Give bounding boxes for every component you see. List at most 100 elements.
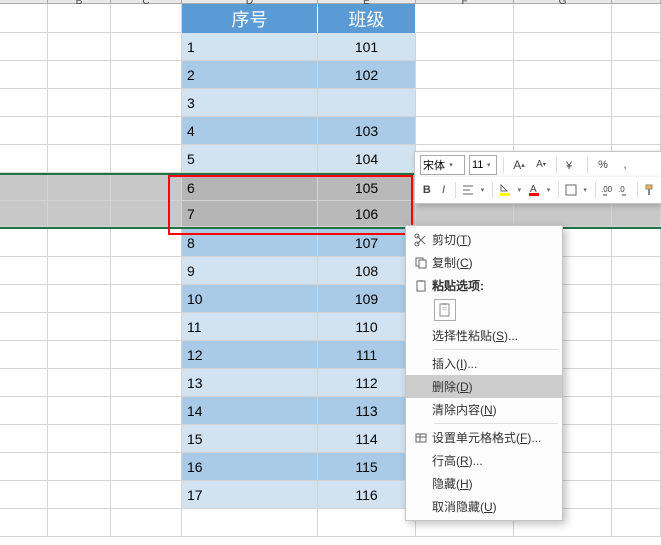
cell-class[interactable]: 115 — [318, 453, 416, 481]
brush-icon — [643, 184, 655, 196]
menu-label: 选择性粘贴(S)... — [432, 327, 554, 344]
menu-label: 复制(C) — [432, 254, 554, 271]
cell-seq[interactable]: 5 — [182, 145, 318, 173]
cell-seq[interactable]: 15 — [182, 425, 318, 453]
context-menu: 剪切(T) 复制(C) 粘贴选项: 选择性粘贴(S)... 插入(I)... 删… — [405, 225, 563, 521]
cell-seq[interactable]: 10 — [182, 285, 318, 313]
menu-label: 隐藏(H) — [432, 475, 554, 492]
fill-color-button[interactable] — [498, 181, 512, 199]
cell-seq[interactable]: 13 — [182, 369, 318, 397]
menu-label: 粘贴选项: — [432, 277, 554, 294]
table-header-seq[interactable]: 序号 — [182, 4, 318, 33]
mini-format-toolbar-row2: B I ▾ ▾ A ▾ ▾ .00 .0 — [414, 177, 661, 204]
border-button[interactable] — [564, 181, 578, 199]
chevron-down-icon[interactable]: ▾ — [581, 186, 590, 194]
cell-seq[interactable]: 17 — [182, 481, 318, 509]
cell-seq[interactable]: 6 — [182, 175, 318, 201]
cell-class[interactable]: 103 — [318, 117, 416, 145]
cell-class[interactable]: 114 — [318, 425, 416, 453]
align-icon — [462, 184, 474, 196]
svg-text:¥: ¥ — [565, 160, 573, 172]
menu-label: 取消隐藏(U) — [432, 498, 554, 515]
cell-seq[interactable]: 7 — [182, 201, 318, 227]
menu-label: 设置单元格格式(F)... — [432, 429, 554, 446]
cell-class[interactable]: 112 — [318, 369, 416, 397]
format-painter-button[interactable] — [642, 181, 656, 199]
menu-label: 剪切(T) — [432, 231, 554, 248]
italic-button[interactable]: I — [437, 181, 451, 199]
decrease-decimal-button[interactable]: .00 — [601, 181, 615, 199]
menu-paste-special[interactable]: 选择性粘贴(S)... — [406, 324, 562, 347]
cell-class[interactable]: 107 — [318, 229, 416, 257]
align-button[interactable] — [461, 181, 475, 199]
fill-icon — [498, 183, 512, 197]
menu-label: 行高(R)... — [432, 452, 554, 469]
cell-seq[interactable]: 2 — [182, 61, 318, 89]
cell-class[interactable]: 102 — [318, 61, 416, 89]
svg-text:.0: .0 — [618, 185, 625, 194]
menu-label: 删除(D) — [432, 378, 554, 395]
cell-seq[interactable]: 4 — [182, 117, 318, 145]
chevron-down-icon[interactable]: ▾ — [478, 186, 487, 194]
currency-icon: ¥ — [565, 158, 579, 172]
font-size-select[interactable]: 11▾ — [469, 155, 497, 175]
cell-seq[interactable]: 3 — [182, 89, 318, 117]
decrease-font-button[interactable]: A▾ — [532, 156, 550, 174]
col-header-e[interactable]: E — [318, 0, 416, 3]
table-header-class[interactable]: 班级 — [318, 4, 416, 33]
menu-copy[interactable]: 复制(C) — [406, 251, 562, 274]
paste-option-button[interactable] — [434, 299, 456, 321]
col-header-g[interactable]: G — [514, 0, 612, 3]
chevron-down-icon[interactable]: ▾ — [515, 186, 524, 194]
cell-class[interactable]: 110 — [318, 313, 416, 341]
decimal-icon: .00 — [601, 184, 615, 196]
cell-seq[interactable]: 9 — [182, 257, 318, 285]
bold-button[interactable]: B — [420, 181, 434, 199]
font-color-button[interactable]: A — [527, 181, 541, 199]
increase-font-button[interactable]: A▴ — [510, 156, 528, 174]
menu-delete[interactable]: 删除(D) — [406, 375, 562, 398]
chevron-down-icon: ▾ — [445, 161, 457, 169]
cell-class[interactable]: 113 — [318, 397, 416, 425]
font-name-select[interactable]: 宋体▾ — [420, 155, 465, 175]
menu-cut[interactable]: 剪切(T) — [406, 228, 562, 251]
cell-seq[interactable]: 11 — [182, 313, 318, 341]
menu-format-cells[interactable]: 设置单元格格式(F)... — [406, 426, 562, 449]
menu-row-height[interactable]: 行高(R)... — [406, 449, 562, 472]
cut-icon — [410, 233, 432, 247]
mini-format-toolbar: 宋体▾ 11▾ A▴ A▾ ¥ % , — [414, 151, 661, 178]
increase-decimal-button[interactable]: .0 — [618, 181, 632, 199]
cell-class[interactable]: 109 — [318, 285, 416, 313]
chevron-down-icon: ▾ — [483, 161, 494, 169]
svg-text:.00: .00 — [601, 185, 613, 194]
cell-class[interactable]: 108 — [318, 257, 416, 285]
chevron-down-icon[interactable]: ▾ — [544, 186, 553, 194]
cell-seq[interactable]: 1 — [182, 33, 318, 61]
cell-class[interactable]: 104 — [318, 145, 416, 173]
font-color-icon: A — [527, 183, 541, 197]
cell-seq[interactable]: 14 — [182, 397, 318, 425]
format-cells-icon — [410, 431, 432, 445]
col-header-c[interactable]: C — [111, 0, 182, 3]
cell-class[interactable]: 105 — [318, 175, 416, 201]
cell-class[interactable] — [318, 89, 416, 117]
col-header-b[interactable]: B — [48, 0, 111, 3]
col-header-d[interactable]: D — [182, 0, 318, 3]
cell-class[interactable]: 101 — [318, 33, 416, 61]
menu-label: 清除内容(N) — [432, 401, 554, 418]
cell-class[interactable]: 106 — [318, 201, 416, 227]
menu-unhide[interactable]: 取消隐藏(U) — [406, 495, 562, 518]
cell-class[interactable]: 116 — [318, 481, 416, 509]
cell-seq[interactable]: 16 — [182, 453, 318, 481]
clipboard-icon — [437, 302, 453, 318]
cell-class[interactable]: 111 — [318, 341, 416, 369]
menu-hide[interactable]: 隐藏(H) — [406, 472, 562, 495]
col-header-f[interactable]: F — [416, 0, 514, 3]
comma-style-button[interactable]: , — [616, 156, 634, 174]
currency-button[interactable]: ¥ — [563, 156, 581, 174]
cell-seq[interactable]: 12 — [182, 341, 318, 369]
percent-button[interactable]: % — [594, 156, 612, 174]
menu-insert[interactable]: 插入(I)... — [406, 352, 562, 375]
menu-clear[interactable]: 清除内容(N) — [406, 398, 562, 421]
cell-seq[interactable]: 8 — [182, 229, 318, 257]
